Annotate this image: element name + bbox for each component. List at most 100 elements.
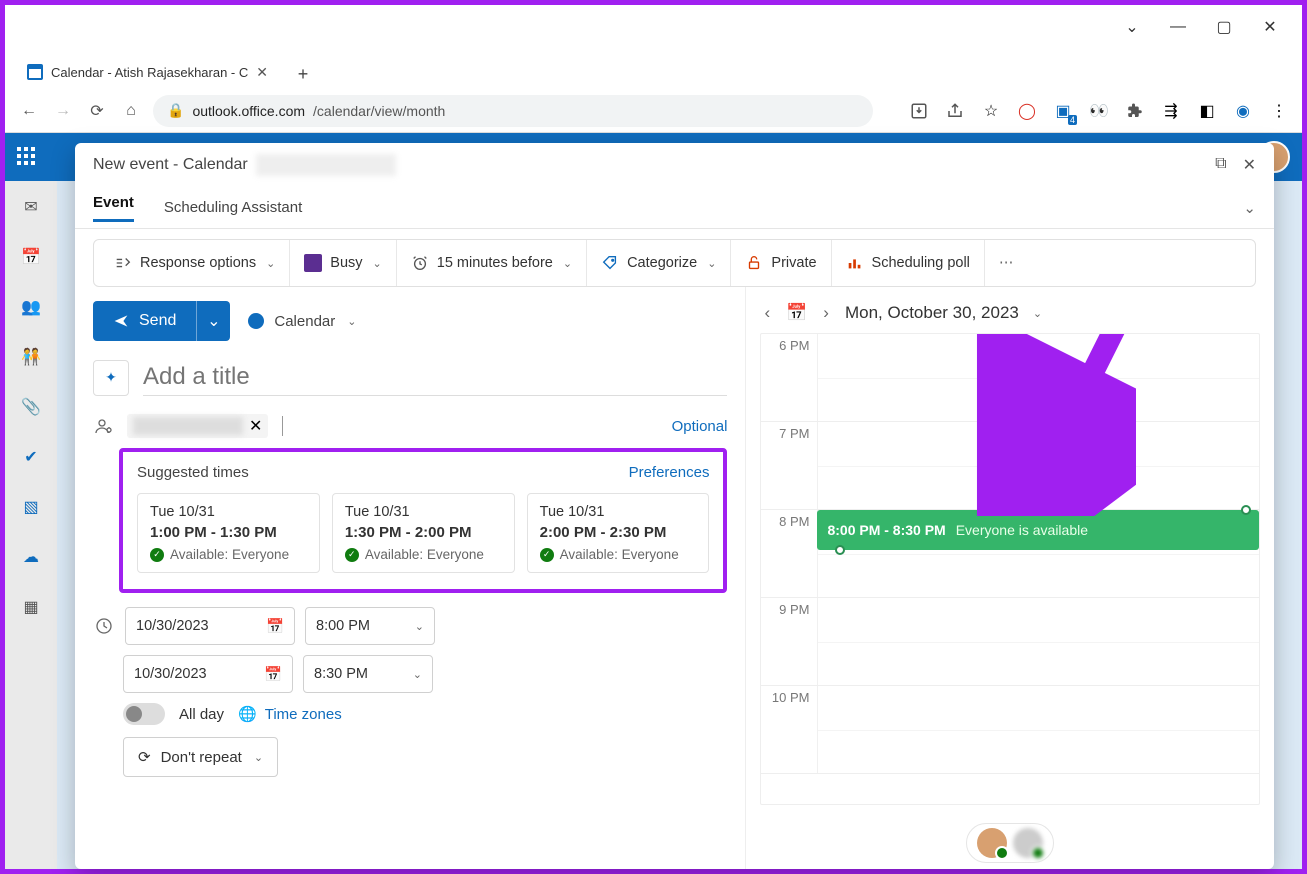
attendee-avatars[interactable] — [966, 823, 1054, 863]
browser-tabstrip: Calendar - Atish Rajasekharan - C ✕ + — [5, 49, 1302, 89]
preferences-link[interactable]: Preferences — [629, 464, 710, 481]
all-day-label: All day — [179, 706, 224, 723]
suggested-time-card[interactable]: Tue 10/31 1:30 PM - 2:00 PM ✓Available: … — [332, 493, 515, 573]
send-button[interactable]: Send ⌄ — [93, 301, 230, 341]
today-icon[interactable]: 📅 — [786, 303, 807, 323]
modal-tabs: Event Scheduling Assistant ⌄ — [75, 187, 1274, 229]
prev-day-icon[interactable]: ‹ — [760, 299, 774, 327]
suggested-times-panel: Suggested times Preferences Tue 10/31 1:… — [119, 448, 727, 593]
next-day-icon[interactable]: › — [819, 299, 833, 327]
left-navigation-rail: ✉ 📅 👥 🧑‍🤝‍🧑 📎 ✔ ▧ ☁ ▦ — [5, 181, 57, 869]
hour-label: 10 PM — [761, 686, 817, 773]
start-time-input[interactable]: 8:00 PM⌄ — [305, 607, 435, 645]
extension-playlist-icon[interactable]: ⇶ — [1160, 100, 1182, 122]
tab-event[interactable]: Event — [93, 194, 134, 222]
hour-label: 8 PM — [761, 510, 817, 597]
toolbar-overflow-icon[interactable]: ⋯ — [985, 240, 1028, 286]
lock-icon: 🔒 — [167, 102, 184, 119]
tab-scheduling-assistant[interactable]: Scheduling Assistant — [164, 199, 302, 216]
new-event-modal: New event - Calendar ⧉ ✕ Event Schedulin… — [75, 143, 1274, 869]
schedule-date[interactable]: Mon, October 30, 2023 — [845, 303, 1019, 323]
calendar-picker[interactable]: Calendar ⌄ — [248, 313, 356, 330]
tentative-event-block[interactable]: 8:00 PM - 8:30 PM Everyone is available — [817, 510, 1259, 550]
outlook-app: ✉ 📅 👥 🧑‍🤝‍🧑 📎 ✔ ▧ ☁ ▦ 31Nov 12345 New ev… — [5, 133, 1302, 869]
private-button[interactable]: Private — [731, 240, 831, 286]
text-cursor — [282, 416, 283, 436]
extension-blue-icon[interactable]: ▣4 — [1052, 100, 1074, 122]
remove-attendee-icon[interactable]: ✕ — [249, 416, 262, 436]
window-maximize-icon[interactable]: ▢ — [1206, 12, 1242, 42]
suggested-time-card[interactable]: Tue 10/31 1:00 PM - 1:30 PM ✓Available: … — [137, 493, 320, 573]
scheduling-poll-button[interactable]: Scheduling poll — [832, 240, 985, 286]
url-host: outlook.office.com — [192, 103, 305, 119]
more-apps-rail-icon[interactable]: ▦ — [19, 595, 43, 619]
window-titlebar: ⌄ — ▢ ✕ — [5, 5, 1302, 49]
suggested-time-card[interactable]: Tue 10/31 2:00 PM - 2:30 PM ✓Available: … — [527, 493, 710, 573]
time-grid[interactable]: 6 PM 7 PM 8 PM 9 PM 10 PM 8:00 PM - 8:30… — [760, 333, 1260, 805]
start-date-input[interactable]: 10/30/2023📅 — [125, 607, 295, 645]
share-icon[interactable] — [944, 100, 966, 122]
attendees-icon — [93, 416, 115, 436]
repeat-icon: ⟳ — [138, 748, 151, 766]
browser-actions: ☆ ◯ ▣4 👀 ⇶ ◧ ◉ ⋮ — [908, 100, 1290, 122]
window-minimize-icon[interactable]: — — [1160, 12, 1196, 42]
popout-icon[interactable]: ⧉ — [1215, 155, 1226, 175]
new-tab-button[interactable]: + — [288, 59, 318, 89]
repeat-button[interactable]: ⟳ Don't repeat ⌄ — [123, 737, 278, 777]
extensions-puzzle-icon[interactable] — [1124, 100, 1146, 122]
show-as-button[interactable]: Busy⌄ — [290, 240, 396, 286]
home-button[interactable]: ⌂ — [119, 99, 143, 123]
optional-attendees-link[interactable]: Optional — [672, 418, 728, 435]
extension-sidepanel-icon[interactable]: ◧ — [1196, 100, 1218, 122]
address-bar[interactable]: 🔒 outlook.office.com/calendar/view/month — [153, 95, 873, 127]
app-launcher-icon[interactable] — [17, 147, 37, 167]
all-day-toggle[interactable] — [123, 703, 165, 725]
extension-eyes-icon[interactable]: 👀 — [1088, 100, 1110, 122]
check-icon: ✓ — [540, 548, 554, 562]
end-time-input[interactable]: 8:30 PM⌄ — [303, 655, 433, 693]
tab-title: Calendar - Atish Rajasekharan - C — [51, 65, 248, 80]
back-button[interactable]: ← — [17, 99, 41, 123]
window-close-icon[interactable]: ✕ — [1252, 12, 1288, 42]
bookings-rail-icon[interactable]: ▧ — [19, 495, 43, 519]
check-icon: ✓ — [345, 548, 359, 562]
window-dropdown-icon[interactable]: ⌄ — [1114, 12, 1150, 42]
modal-close-icon[interactable]: ✕ — [1243, 155, 1256, 175]
modal-subtitle-redacted — [256, 154, 396, 176]
event-time: 8:00 PM - 8:30 PM — [827, 522, 945, 538]
extension-swirl-icon[interactable]: ◉ — [1232, 100, 1254, 122]
hour-label: 7 PM — [761, 422, 817, 509]
response-options-button[interactable]: Response options⌄ — [100, 240, 290, 286]
tabs-overflow-icon[interactable]: ⌄ — [1243, 199, 1256, 217]
calendar-icon: 📅 — [264, 666, 282, 683]
files-rail-icon[interactable]: 📎 — [19, 395, 43, 419]
onedrive-rail-icon[interactable]: ☁ — [19, 545, 43, 569]
time-zones-link[interactable]: 🌐Time zones — [238, 705, 342, 723]
attendee-chip[interactable]: ✕ — [127, 414, 268, 438]
emoji-title-icon[interactable]: ✦ — [93, 360, 129, 396]
avatar[interactable] — [1013, 828, 1043, 858]
todo-rail-icon[interactable]: ✔ — [19, 445, 43, 469]
end-date-input[interactable]: 10/30/2023📅 — [123, 655, 293, 693]
groups-rail-icon[interactable]: 🧑‍🤝‍🧑 — [19, 345, 43, 369]
send-split-icon[interactable]: ⌄ — [196, 301, 230, 341]
extension-ublock-icon[interactable]: ◯ — [1016, 100, 1038, 122]
categorize-button[interactable]: Categorize⌄ — [587, 240, 731, 286]
reload-button[interactable]: ⟳ — [85, 99, 109, 123]
forward-button[interactable]: → — [51, 99, 75, 123]
people-rail-icon[interactable]: 👥 — [19, 295, 43, 319]
bookmark-star-icon[interactable]: ☆ — [980, 100, 1002, 122]
browser-tab-active[interactable]: Calendar - Atish Rajasekharan - C ✕ — [13, 55, 282, 89]
schedule-panel: ‹ 📅 › Mon, October 30, 2023 ⌄ 6 PM 7 PM … — [746, 287, 1274, 869]
mail-rail-icon[interactable]: ✉ — [19, 195, 43, 219]
browser-menu-icon[interactable]: ⋮ — [1268, 100, 1290, 122]
reminder-button[interactable]: 15 minutes before⌄ — [397, 240, 587, 286]
avatar[interactable] — [977, 828, 1007, 858]
install-app-icon[interactable] — [908, 100, 930, 122]
event-title-input[interactable] — [143, 359, 727, 396]
calendar-rail-icon[interactable]: 📅 — [19, 245, 43, 269]
hour-label: 9 PM — [761, 598, 817, 685]
browser-toolbar: ← → ⟳ ⌂ 🔒 outlook.office.com/calendar/vi… — [5, 89, 1302, 133]
suggested-times-heading: Suggested times — [137, 464, 249, 481]
tab-close-icon[interactable]: ✕ — [256, 64, 268, 81]
